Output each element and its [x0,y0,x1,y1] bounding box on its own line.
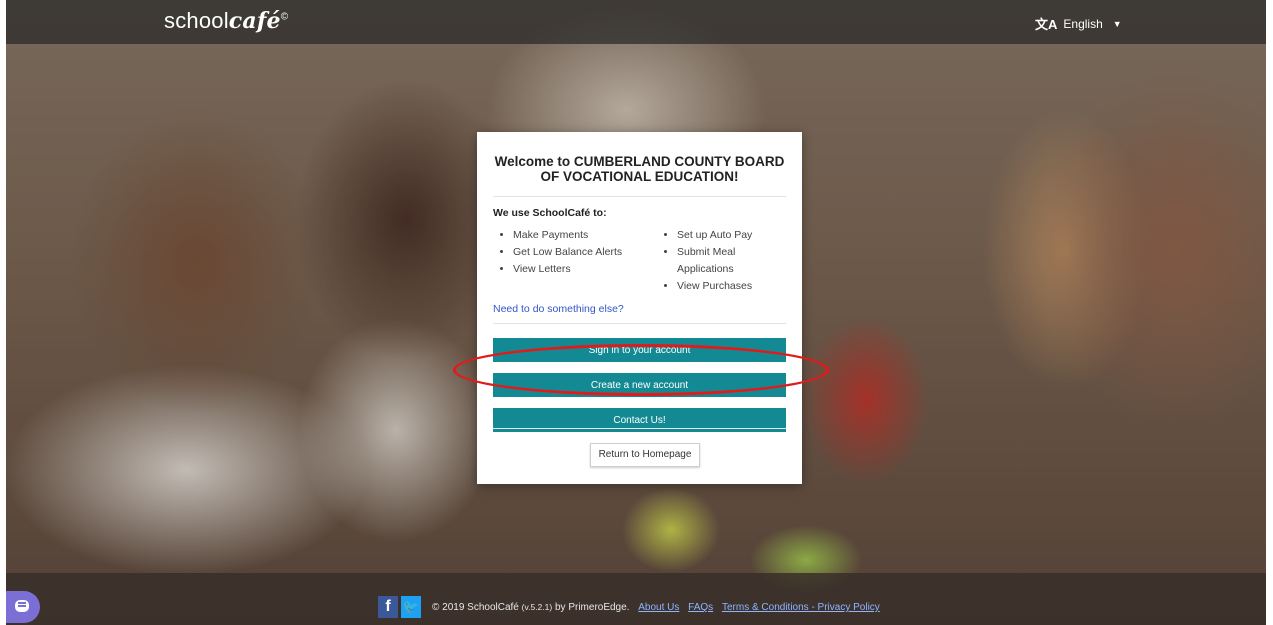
feature-item: Get Low Balance Alerts [513,244,657,261]
copyright-suffix: by PrimeroEdge. [554,602,630,613]
something-else-link[interactable]: Need to do something else? [493,303,786,315]
divider [493,428,786,429]
language-selector[interactable]: 文A English ▼ [1035,14,1122,33]
social-links: f 🐦 [378,596,421,618]
page-frame: schoolcafé© 文A English ▼ Welcome to CUMB… [6,0,1266,625]
feature-item: Submit Meal Applications [677,244,786,278]
footer-bar: f 🐦 © 2019 SchoolCafé (v.5.2.1) by Prime… [6,573,1266,625]
feature-item: Set up Auto Pay [677,227,786,244]
uses-label: We use SchoolCafé to: [493,207,607,219]
logo-mark-icon: © [280,11,289,23]
return-to-homepage-button[interactable]: Return to Homepage [590,443,700,467]
chat-button[interactable] [6,591,40,623]
feature-item: View Purchases [677,278,786,295]
twitter-icon[interactable]: 🐦 [401,596,421,618]
translate-icon: 文A [1035,17,1058,32]
divider [493,323,786,324]
feature-list: Make Payments Get Low Balance Alerts Vie… [493,227,786,295]
logo-accent: café [228,8,281,34]
sign-in-button[interactable]: Sign in to your account [493,338,786,362]
language-label: English [1063,16,1103,31]
about-us-link[interactable]: About Us [638,602,679,613]
divider [493,196,786,197]
feature-item: View Letters [513,261,657,278]
facebook-icon[interactable]: f [378,596,398,618]
chat-bubble-icon [15,600,29,612]
footer-text: © 2019 SchoolCafé (v.5.2.1) by PrimeroEd… [432,602,880,613]
caret-down-icon: ▼ [1112,18,1122,29]
logo-text: school [164,8,229,33]
feature-item: Make Payments [513,227,657,244]
faqs-link[interactable]: FAQs [688,602,713,613]
version-label: (v.5.2.1) [521,602,553,612]
feature-column-left: Make Payments Get Low Balance Alerts Vie… [493,227,657,295]
copyright-prefix: © 2019 SchoolCafé [432,602,519,613]
terms-privacy-link[interactable]: Terms & Conditions - Privacy Policy [722,602,880,613]
welcome-title: Welcome to CUMBERLAND COUNTY BOARD OF VO… [494,154,785,184]
create-account-button[interactable]: Create a new account [493,373,786,397]
feature-column-right: Set up Auto Pay Submit Meal Applications… [657,227,786,295]
top-bar: schoolcafé© 文A English ▼ [6,0,1266,44]
welcome-card: Welcome to CUMBERLAND COUNTY BOARD OF VO… [477,132,802,484]
schoolcafe-logo[interactable]: schoolcafé© [164,8,288,34]
